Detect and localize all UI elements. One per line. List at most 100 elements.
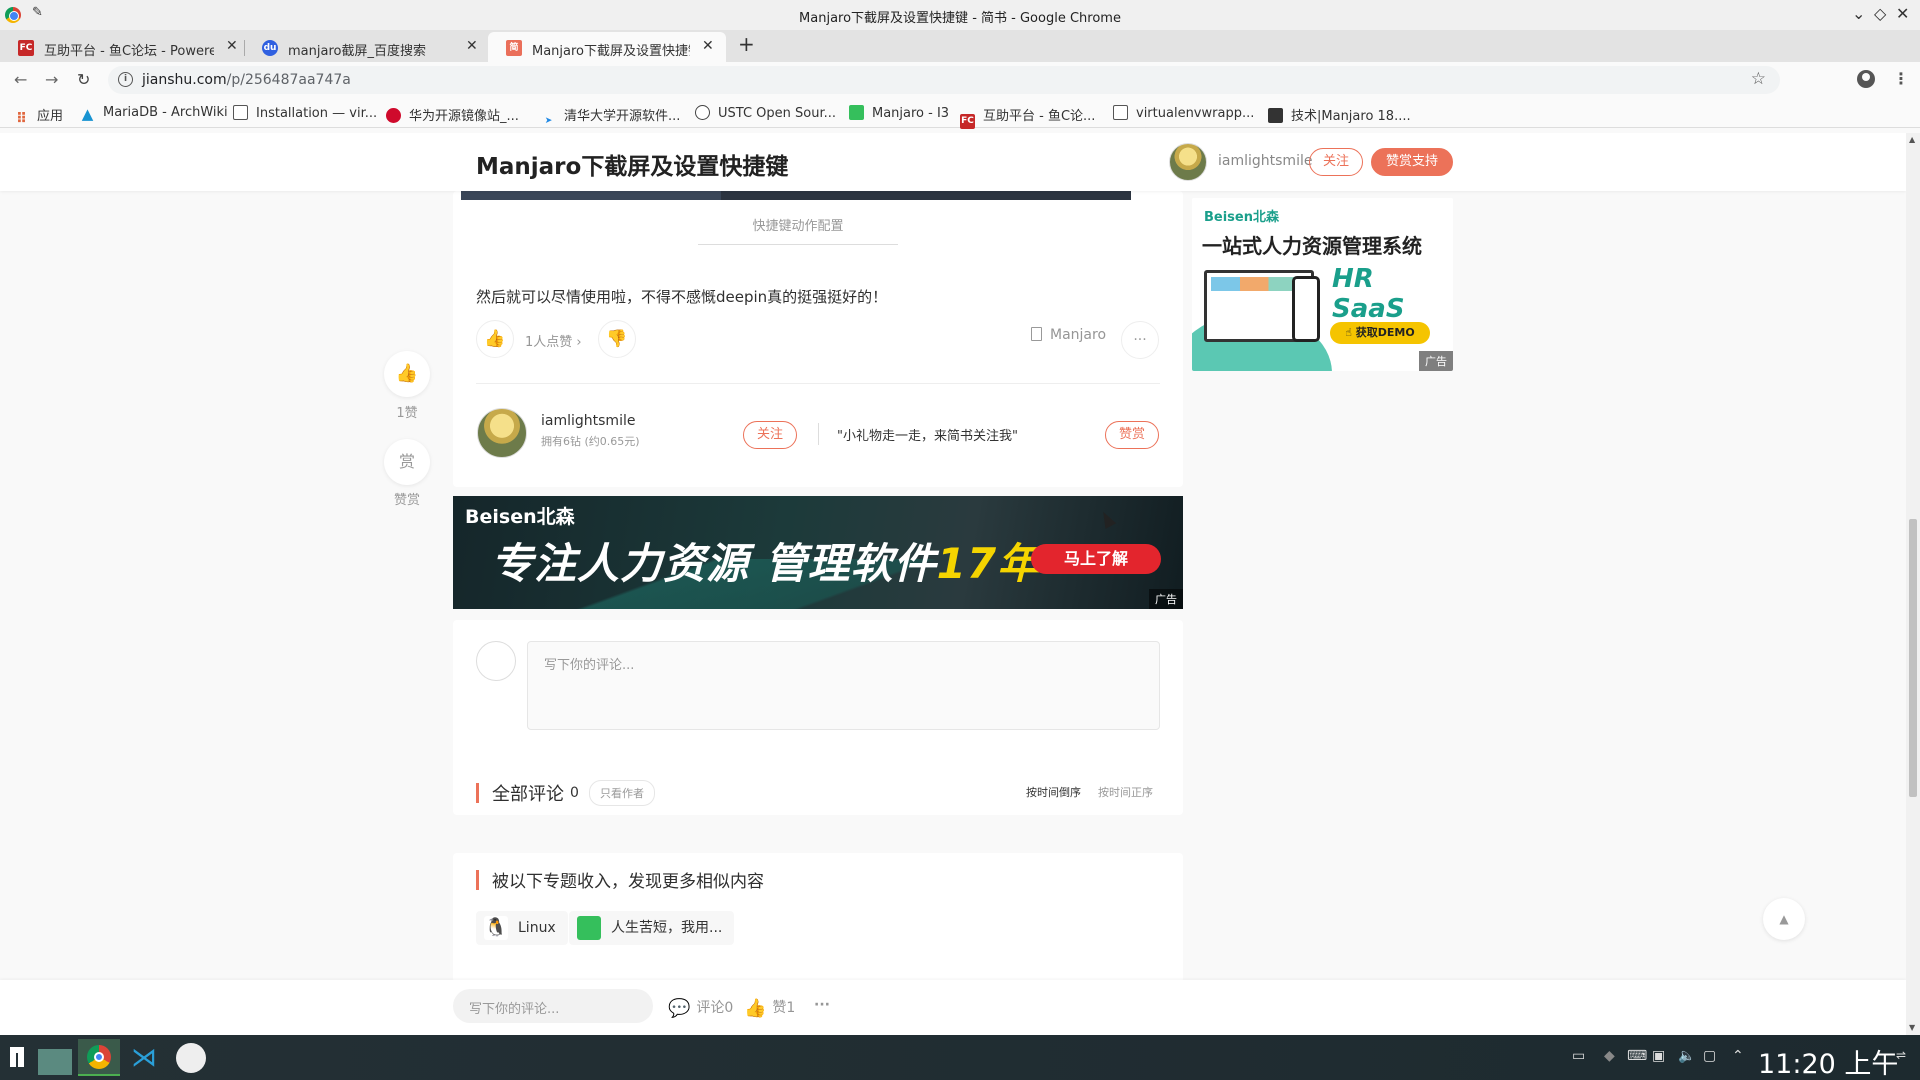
shield-icon[interactable]: ◆ [1604, 1048, 1615, 1064]
author-name[interactable]: iamlightsmile [541, 413, 635, 429]
like-action[interactable]: 👍 赞1 [744, 997, 795, 1019]
only-author-toggle[interactable]: 只看作者 [589, 780, 655, 806]
bookmark-star-icon[interactable]: ☆ [1751, 69, 1766, 89]
ad-product: HR SaaS [1332, 264, 1405, 324]
more-dots-icon[interactable]: ··· [814, 997, 830, 1013]
sort-desc-button[interactable]: 按时间倒序 [1026, 784, 1081, 800]
header-reward-button[interactable]: 赞赏支持 [1371, 148, 1453, 176]
reload-icon[interactable]: ↻ [77, 70, 90, 89]
comments-action[interactable]: 💬 评论0 [668, 997, 733, 1019]
url-text[interactable]: jianshu.com/p/256487aa747a [142, 72, 351, 88]
bookmark-tuna[interactable]: ➤ 清华大学开源软件... [541, 105, 681, 129]
more-options-button[interactable]: ··· [1121, 321, 1159, 359]
scrollbar-thumb[interactable] [1909, 519, 1917, 797]
bookmark-ustc[interactable]: USTC Open Sour... [695, 105, 836, 121]
reward-float-button[interactable]: 赏 [384, 439, 430, 485]
clock[interactable]: 11:20 上午 [1758, 1042, 1898, 1080]
side-ad[interactable]: Beisen北森 一站式人力资源管理系统 HR SaaS ☝ 获取DEMO 广告 [1192, 198, 1453, 371]
show-desktop-icon[interactable]: ▭ [1572, 1048, 1585, 1064]
network-icon[interactable]: ▣ [1652, 1048, 1665, 1064]
like-count-link[interactable]: 1人点赞 › [525, 331, 582, 350]
back-to-top-button[interactable]: ▲ [1763, 898, 1805, 940]
app-menu-icon[interactable] [10, 1047, 30, 1077]
bookmark-virtualenv[interactable]: virtualenvwrapp... [1113, 105, 1254, 121]
author-avatar[interactable] [1169, 143, 1207, 181]
close-tab-icon[interactable]: ✕ [702, 38, 714, 54]
dislike-button[interactable]: 👎 [598, 320, 636, 358]
reward-icon: 赏 [398, 452, 415, 471]
ad-tag: 广告 [1149, 589, 1183, 609]
keyboard-icon[interactable]: ⌨ [1627, 1048, 1647, 1064]
back-icon[interactable]: ← [14, 70, 27, 89]
author-name[interactable]: iamlightsmile [1218, 153, 1312, 169]
banner-ad[interactable]: Beisen北森 专注人力资源 管理软件17年 马上了解 广告 [453, 496, 1183, 609]
bookmark-apps[interactable]: ⠿ 应用 [14, 105, 63, 127]
pycharm-icon[interactable] [176, 1043, 206, 1073]
header-follow-button[interactable]: 关注 [1309, 148, 1363, 176]
article-paragraph: 然后就可以尽情使用啦，不得不感慨deepin真的挺强挺好的！ [476, 288, 888, 306]
huawei-icon [386, 108, 401, 123]
scroll-up-icon[interactable]: ▲ [1909, 135, 1915, 144]
minimize-icon[interactable]: ⌄ [1852, 4, 1865, 23]
divider [818, 423, 819, 445]
ad-headline: 一站式人力资源管理系统 [1202, 234, 1422, 258]
like-float-button[interactable]: 👍 [384, 351, 430, 397]
panel-settings-icon[interactable]: ⇌ [1896, 1048, 1906, 1062]
profile-icon[interactable] [1857, 70, 1875, 88]
bookmark-mariadb[interactable]: ▲ MariaDB - ArchWiki [80, 105, 228, 122]
tab-label: Manjaro下截屏及设置快捷键 [532, 44, 690, 59]
phone-illustration [1292, 276, 1320, 342]
like-button[interactable]: 👍 [476, 320, 514, 358]
tab-jianshu[interactable]: 简 Manjaro下截屏及设置快捷键 ✕ [488, 32, 726, 62]
address-bar[interactable]: i jianshu.com/p/256487aa747a ☆ [108, 66, 1780, 94]
reward-label: 赞赏 [393, 493, 420, 508]
doc-icon [233, 105, 248, 120]
tux-icon: 🐧 [484, 916, 508, 940]
forward-icon[interactable]: → [45, 70, 58, 89]
close-window-icon[interactable]: ✕ [1896, 4, 1909, 23]
collection-linux[interactable]: 🐧 Linux [476, 911, 568, 945]
comment-count: 0 [570, 785, 579, 801]
tab-baidu[interactable]: du manjaro截屏_百度搜索 ✕ [244, 32, 488, 62]
thumbs-up-icon: 👍 [744, 998, 767, 1019]
sort-asc-button[interactable]: 按时间正序 [1098, 784, 1153, 800]
comment-card: 写下你的评论... 全部评论 0 只看作者 按时间倒序 按时间正序 [453, 620, 1183, 815]
desktop-icon[interactable] [38, 1049, 72, 1075]
tray-expand-icon[interactable]: ⌃ [1732, 1048, 1744, 1064]
article-sticky-header: Manjaro下截屏及设置快捷键 iamlightsmile 关注 赞赏支持 [0, 133, 1906, 191]
maximize-icon[interactable]: ◇ [1874, 4, 1886, 23]
new-tab-button[interactable]: + [738, 32, 755, 56]
clipboard-icon[interactable]: ▢ [1703, 1048, 1716, 1064]
collection-python[interactable]: 人生苦短，我用... [569, 911, 735, 945]
site-info-icon[interactable]: i [118, 72, 133, 87]
scroll-down-icon[interactable]: ▼ [1909, 1023, 1915, 1032]
fishc-icon: FC [960, 114, 975, 129]
close-tab-icon[interactable]: ✕ [226, 38, 238, 54]
taskbar-chrome[interactable] [78, 1039, 120, 1076]
volume-icon[interactable]: 🔈 [1678, 1048, 1695, 1064]
vscode-icon[interactable]: ⋊ [131, 1043, 159, 1073]
close-tab-icon[interactable]: ✕ [466, 38, 478, 54]
bookmark-installation[interactable]: Installation — vir... [233, 105, 377, 121]
doc-icon [1113, 105, 1128, 120]
ad-cta-button[interactable]: ☝ 获取DEMO [1330, 322, 1430, 344]
comment-textarea[interactable]: 写下你的评论... [527, 641, 1160, 730]
author-avatar[interactable] [477, 408, 527, 458]
bookmarks-bar: ⠿ 应用 ▲ MariaDB - ArchWiki Installation — v… [0, 98, 1920, 129]
notebook-link[interactable]: Manjaro [1031, 327, 1106, 343]
bookmark-huawei[interactable]: 华为开源镜像站_... [386, 105, 519, 124]
ad-cta-button[interactable]: 马上了解 [1031, 544, 1161, 574]
page-scrollbar[interactable]: ▲ ▼ [1906, 133, 1920, 1035]
section-marker [476, 783, 479, 803]
bookmark-manjaro[interactable]: Manjaro - I3 [849, 105, 949, 121]
chrome-menu-icon[interactable]: ⋮ [1893, 69, 1909, 88]
tab-fishc[interactable]: FC 互助平台 - 鱼C论坛 - Powered ✕ [0, 32, 245, 62]
reward-quote: "小礼物走一走，来简书关注我" [837, 429, 1018, 444]
tab-label: manjaro截屏_百度搜索 [288, 44, 426, 59]
bookmark-fishc[interactable]: FC 互助平台 - 鱼C论... [960, 105, 1095, 129]
bookmark-linuxcn[interactable]: 技术|Manjaro 18.... [1268, 105, 1411, 124]
follow-button[interactable]: 关注 [743, 421, 797, 449]
reward-button[interactable]: 赞赏 [1105, 421, 1159, 449]
more-dots-icon: ··· [1133, 332, 1147, 348]
bottom-comment-input[interactable]: 写下你的评论... [453, 989, 653, 1023]
